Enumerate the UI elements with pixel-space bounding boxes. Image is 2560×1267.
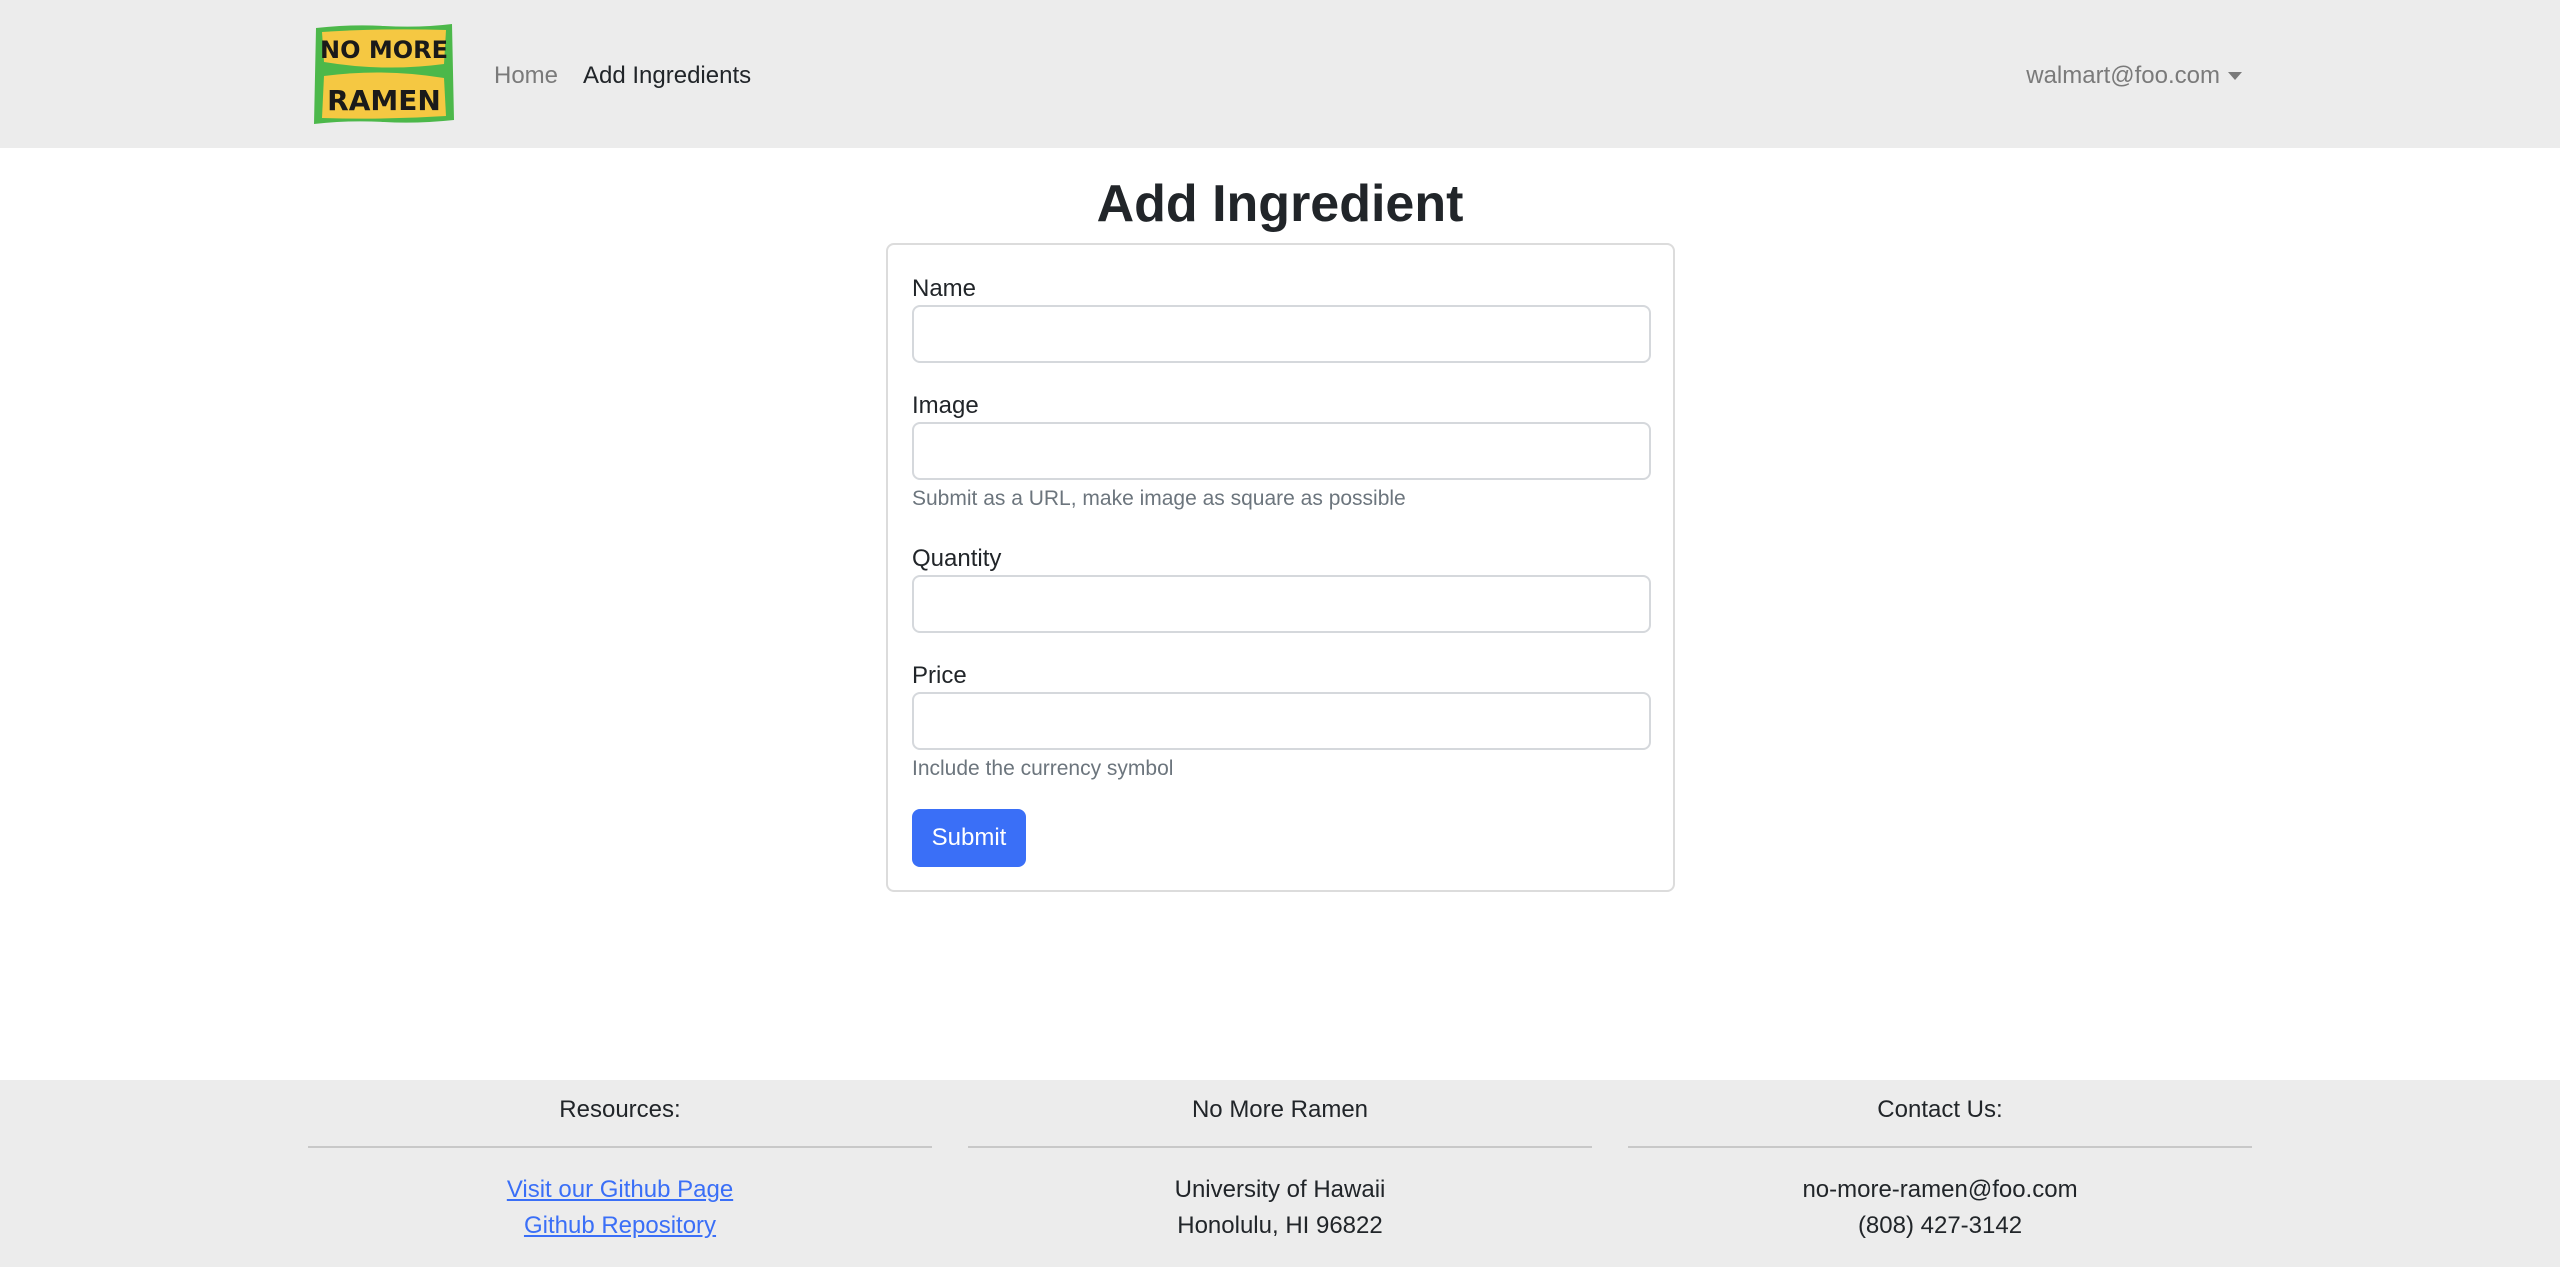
footer-about-heading: No More Ramen <box>1191 1096 1369 1123</box>
quantity-label: Quantity <box>912 545 1002 572</box>
image-label: Image <box>912 392 979 419</box>
page-title: Add Ingredient <box>1096 175 1464 233</box>
name-label: Name <box>912 275 977 302</box>
footer-divider <box>308 1146 932 1148</box>
logo-line1: NO MORE <box>320 36 448 64</box>
footer-contact-heading: Contact Us: <box>1877 1096 2003 1123</box>
user-email: walmart@foo.com <box>2026 62 2220 89</box>
submit-button[interactable]: Submit <box>912 809 1026 867</box>
quantity-input[interactable] <box>912 575 1651 633</box>
user-dropdown[interactable]: walmart@foo.com <box>2026 58 2242 94</box>
nav-home-link[interactable]: Home <box>494 58 558 94</box>
image-input[interactable] <box>912 422 1651 480</box>
name-input[interactable] <box>912 305 1651 363</box>
caret-down-icon <box>2228 72 2242 80</box>
github-repository-link[interactable]: Github Repository <box>524 1212 716 1239</box>
footer-contact-phone: (808) 427-3142 <box>1857 1212 2023 1239</box>
footer-divider <box>1628 1146 2252 1148</box>
footer-address-line2: Honolulu, HI 96822 <box>1177 1212 1383 1239</box>
footer-resources-heading: Resources: <box>559 1096 681 1123</box>
price-label: Price <box>912 662 967 689</box>
price-input[interactable] <box>912 692 1651 750</box>
github-page-link[interactable]: Visit our Github Page <box>507 1176 733 1203</box>
navbar: NO MORE RAMEN Home Add Ingredients walma… <box>0 0 2560 148</box>
logo-line2: RAMEN <box>327 84 441 117</box>
footer-divider <box>968 1146 1592 1148</box>
add-ingredient-form: Name Image Submit as a URL, make image a… <box>886 243 1675 892</box>
price-help-text: Include the currency symbol <box>912 757 1174 780</box>
logo-graphic: NO MORE RAMEN <box>314 24 454 124</box>
image-help-text: Submit as a URL, make image as square as… <box>912 487 1406 510</box>
no-more-ramen-logo[interactable]: NO MORE RAMEN <box>312 22 456 126</box>
footer: Resources: Visit our Github Page Github … <box>0 1080 2560 1267</box>
nav-add-ingredients-link[interactable]: Add Ingredients <box>583 58 751 94</box>
footer-address-line1: University of Hawaii <box>1174 1176 1386 1203</box>
footer-contact-email: no-more-ramen@foo.com <box>1802 1176 2078 1203</box>
